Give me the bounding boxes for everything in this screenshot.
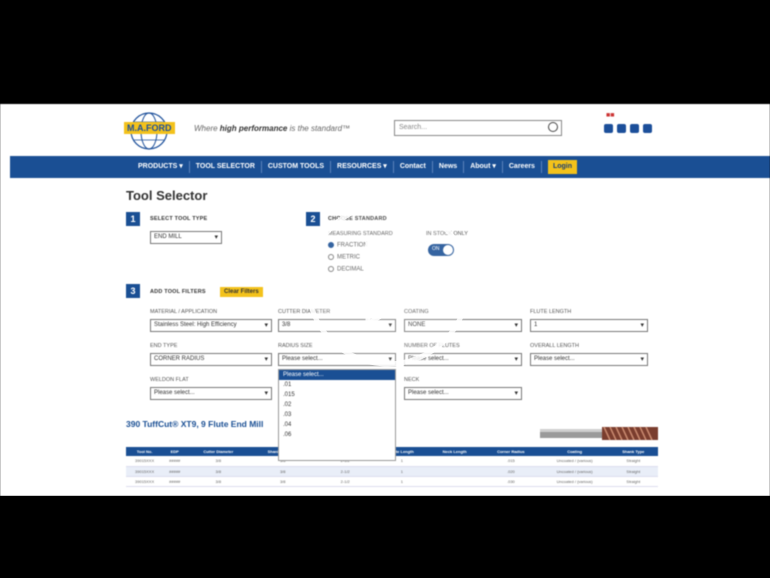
table-cell [428, 466, 482, 477]
table-cell: 3/8 [186, 456, 251, 467]
end-mill-image [540, 426, 658, 441]
social-links [604, 124, 652, 133]
main-nav: PRODUCTS ▾ TOOL SELECTOR CUSTOM TOOLS RE… [10, 156, 770, 178]
table-cell: 1 [375, 476, 429, 487]
youtube-icon[interactable] [643, 124, 652, 133]
table-cell: Uncoated / (various) [540, 456, 609, 467]
clear-filters-button[interactable]: Clear Filters [220, 287, 263, 297]
overall-length-label: OVERALL LENGTH [530, 343, 580, 349]
end-type-select[interactable]: CORNER RADIUS [150, 353, 272, 366]
weldon-flat-select[interactable]: Please select... [150, 387, 272, 400]
table-cell: 2-1/2 [315, 466, 376, 477]
table-cell: 2-1/2 [315, 476, 376, 487]
table-cell: 1 [375, 466, 429, 477]
column-header[interactable]: Neck Length [428, 447, 482, 456]
table-cell: 3/8 [186, 476, 251, 487]
twitter-icon[interactable] [630, 124, 639, 133]
radius-size-dropdown[interactable]: Please select... .01 .015 .02 .03 .04 .0… [278, 369, 396, 461]
site-header: M.A.FORD Where high performance is the s… [0, 104, 770, 156]
table-cell [428, 476, 482, 487]
table-cell: ##### [163, 456, 187, 467]
table-cell: 3/8 [250, 476, 316, 487]
column-header[interactable]: Tool No. [126, 447, 164, 456]
letterbox-bottom [0, 496, 770, 578]
step-3-badge: 3 [126, 284, 140, 298]
nav-news[interactable]: News [433, 161, 465, 173]
table-cell: .030 [481, 476, 541, 487]
dropdown-option[interactable]: .03 [279, 410, 395, 420]
table-cell: ##### [163, 466, 187, 477]
dropdown-option[interactable]: .04 [279, 420, 395, 430]
nav-about[interactable]: About ▾ [464, 161, 503, 173]
nav-products[interactable]: PRODUCTS ▾ [132, 161, 190, 173]
dropdown-option[interactable]: .06 [279, 430, 395, 440]
product-title: 390 TuffCut® XT9, 9 Flute End Mill [126, 419, 264, 429]
table-cell: Straight [608, 456, 658, 467]
tagline-suffix: is the standard™ [287, 124, 351, 133]
flute-length-select[interactable]: 1 [530, 319, 648, 332]
column-header[interactable]: Cutter Diameter [186, 447, 251, 456]
logo-text[interactable]: M.A.FORD [124, 122, 175, 134]
neck-select[interactable]: Please select... [404, 387, 522, 400]
table-cell[interactable]: 39015XXX [126, 476, 164, 487]
table-cell [428, 456, 482, 467]
dropdown-option[interactable]: .02 [279, 400, 395, 410]
table-row[interactable]: 39015XXX ##### 3/8 3/8 2-1/2 1 .020 Unco… [126, 466, 658, 477]
tagline-prefix: Where [194, 124, 220, 133]
table-cell: .020 [481, 466, 541, 477]
login-button[interactable]: Login [547, 160, 578, 174]
tagline: Where high performance is the standard™ [194, 124, 350, 133]
table-cell: 3/8 [250, 466, 316, 477]
table-row[interactable]: 39015XXX ##### 3/8 3/8 2-1/2 1 .030 Unco… [126, 476, 658, 487]
table-cell: Uncoated / (various) [540, 476, 609, 487]
column-header[interactable]: Coating [540, 447, 609, 456]
play-icon[interactable] [304, 200, 472, 368]
weldon-flat-label: WELDON FLAT [150, 377, 189, 383]
step-1-badge: 1 [126, 212, 140, 226]
material-select[interactable]: Stainless Steel: High Efficiency [150, 319, 272, 332]
nav-contact[interactable]: Contact [394, 161, 433, 173]
table-cell: Straight [608, 476, 658, 487]
material-label: MATERIAL / APPLICATION [150, 309, 218, 315]
step-1-label: SELECT TOOL TYPE [150, 216, 208, 222]
dropdown-option[interactable]: .01 [279, 380, 395, 390]
facebook-icon[interactable] [604, 124, 613, 133]
overall-length-select[interactable]: Please select... [530, 353, 648, 366]
nav-custom-tools[interactable]: CUSTOM TOOLS [262, 161, 332, 173]
table-cell[interactable]: 39015XXX [126, 466, 164, 477]
tagline-bold: high performance [219, 124, 288, 133]
page-title: Tool Selector [126, 188, 208, 203]
column-header[interactable]: EDP [163, 447, 187, 456]
nav-careers[interactable]: Careers [503, 161, 542, 173]
dropdown-option[interactable]: .015 [279, 390, 395, 400]
table-cell: ##### [163, 476, 187, 487]
step-3-label: ADD TOOL FILTERS [150, 289, 206, 295]
table-cell: 3/8 [186, 466, 251, 477]
nav-resources[interactable]: RESOURCES ▾ [331, 161, 394, 173]
instagram-icon[interactable] [617, 124, 626, 133]
table-cell[interactable]: 39015XXX [126, 456, 164, 467]
video-player[interactable]: M.A.FORD Where high performance is the s… [0, 0, 770, 578]
table-cell: Uncoated / (various) [540, 466, 609, 477]
column-header[interactable]: Corner Radius [481, 447, 541, 456]
flute-length-label: FLUTE LENGTH [530, 309, 572, 315]
neck-label: NECK [404, 377, 420, 383]
nav-tool-selector[interactable]: TOOL SELECTOR [190, 161, 262, 173]
tool-type-select[interactable]: END MILL [150, 231, 222, 244]
end-type-label: END TYPE [150, 343, 178, 349]
table-cell: .015 [481, 456, 541, 467]
table-cell: Straight [608, 466, 658, 477]
language-flags-icon[interactable]: ■■ [606, 112, 614, 119]
letterbox-top [0, 0, 770, 104]
column-header[interactable]: Shank Type [608, 447, 658, 456]
search-icon[interactable] [548, 122, 558, 132]
dropdown-option[interactable]: Please select... [279, 370, 395, 380]
search-input[interactable]: Search... [394, 120, 562, 136]
